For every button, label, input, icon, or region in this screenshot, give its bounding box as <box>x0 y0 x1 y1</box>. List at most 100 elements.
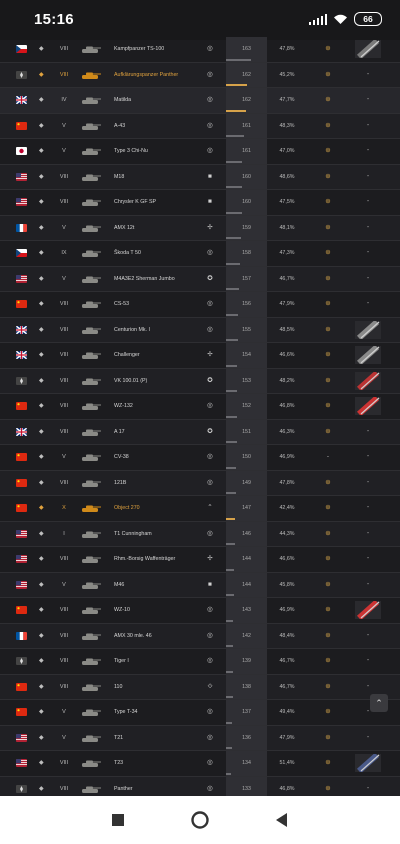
tier-label: V <box>62 148 66 154</box>
mastery-badge-icon: ⊛ <box>325 70 331 78</box>
winrate-cell: 45,8% <box>279 581 295 588</box>
mastery-badge-icon: ⊛ <box>325 759 331 766</box>
table-row[interactable]: ◆ VIII Panther ◎ 133 46,8% ⊛ - <box>0 776 400 796</box>
marks-of-excellence-empty: - <box>366 70 370 78</box>
vehicle-class-icon: ◎ <box>207 759 213 766</box>
back-button[interactable] <box>272 810 292 830</box>
nation-flag-icon <box>16 529 27 538</box>
table-row[interactable]: ◆ V CV-38 ◎ 150 46,9% - - <box>0 445 400 471</box>
table-row[interactable]: ◆ VIII A 17 ✪ 151 46,3% ⊛ - <box>0 419 400 445</box>
winrate-cell: 48,6% <box>279 173 295 180</box>
tier-label: IV <box>61 97 67 103</box>
tier-label: VIII <box>59 683 69 690</box>
table-row[interactable]: ◆ VIII Chrysler K GF SP ■ 160 47,5% ⊛ - <box>0 190 400 216</box>
table-row[interactable]: ◆ X Object 270 ⌃ 147 42,4% ⊛ - <box>0 496 400 522</box>
table-row[interactable]: ◆ VIII Aufklärungspanzer Panther ◎ 162 45,2% ⊛… <box>0 62 400 88</box>
table-row[interactable]: ◆ IX Škoda T 50 ◎ 158 47,3% ⊛ - <box>0 241 400 267</box>
mastery-badge-icon: - <box>326 453 330 460</box>
winrate-cell: 42,4% <box>279 505 295 511</box>
marks-of-excellence-icon <box>355 601 381 619</box>
tank-icon <box>82 250 101 257</box>
table-row[interactable]: ◆ VIII Centurion Mk. I ◎ 155 48,5% ⊛ <box>0 317 400 343</box>
table-row[interactable]: ◆ VIII WZ-10 ◎ 143 46,9% ⊛ <box>0 598 400 624</box>
tank-name: 110 <box>114 683 123 690</box>
tank-icon <box>82 709 101 716</box>
vehicle-class-icon: ◎ <box>207 631 213 639</box>
recents-button[interactable] <box>108 810 128 830</box>
mastery-badge-icon: ⊛ <box>325 45 331 52</box>
mastery-badge-icon: ⊛ <box>325 96 331 103</box>
mastery-badge-icon: ⊛ <box>325 504 331 511</box>
vehicle-class-icon: ⌃ <box>207 504 213 511</box>
winrate-cell: 48,1% <box>279 224 295 231</box>
nation-icon: ◆ <box>39 479 44 486</box>
table-row[interactable]: ◆ V M4A3E2 Sherman Jumbo ✪ 157 46,7% ⊛ - <box>0 266 400 292</box>
table-row[interactable]: ◆ V M46 ■ 144 45,8% ⊛ - <box>0 572 400 598</box>
tier-label: VIII <box>59 199 69 205</box>
vehicle-class-icon: ◎ <box>207 147 213 154</box>
rating-cell: 157 <box>226 266 267 291</box>
vehicle-class-icon: ◎ <box>207 529 213 537</box>
table-row[interactable]: ◆ V Type T-34 ◎ 137 49,4% ⊛ - <box>0 700 400 726</box>
winrate-cell: 47,9% <box>279 301 295 307</box>
table-row[interactable]: ◆ VIII WZ-132 ◎ 152 46,8% ⊛ <box>0 394 400 420</box>
nation-flag-icon <box>16 657 27 665</box>
tier-label: V <box>62 709 66 715</box>
nation-icon: ◆ <box>39 46 44 52</box>
table-row[interactable]: ◆ VIII 121B ◎ 149 47,8% ⊛ - <box>0 470 400 496</box>
tank-name: Challenger <box>114 352 140 358</box>
tier-label: X <box>62 505 66 511</box>
mastery-badge-icon: ⊛ <box>325 274 331 282</box>
vehicle-table[interactable]: ◆ VIII Kampfpanzer TS-100 ◎ 163 47,8% ⊛ ◆ VIII Au… <box>0 37 400 796</box>
tank-name: Tiger I <box>114 658 129 664</box>
tier-label: VIII <box>59 658 69 664</box>
scroll-to-top-button[interactable]: ⌃ <box>370 694 388 712</box>
status-icons: 66 <box>308 12 382 26</box>
winrate-cell: 48,2% <box>279 377 295 384</box>
rating-cell: 138 <box>226 674 267 699</box>
table-row[interactable]: ◆ V A-43 ◎ 161 48,3% ⊛ - <box>0 113 400 139</box>
marks-of-excellence-empty: - <box>366 96 370 103</box>
mastery-badge-icon: ⊛ <box>325 402 331 409</box>
table-row[interactable]: ◆ IV Matilda ◎ 162 47,7% ⊛ - <box>0 88 400 114</box>
table-row[interactable]: ◆ V T21 ◎ 136 47,9% ⊛ - <box>0 725 400 751</box>
table-row[interactable]: ◆ I T1 Cunningham ◎ 146 44,3% ⊛ - <box>0 521 400 547</box>
table-row[interactable]: ◆ VIII 110 ⟐ 138 46,7% ⊛ - <box>0 674 400 700</box>
table-row[interactable]: ◆ VIII CS-53 ◎ 156 47,9% ⊛ - <box>0 292 400 318</box>
winrate-cell: 46,9% <box>279 454 295 460</box>
winrate-cell: 48,4% <box>279 632 295 639</box>
home-button[interactable] <box>190 810 210 830</box>
tank-icon <box>82 735 101 742</box>
battery-icon: 66 <box>354 12 382 26</box>
vehicle-class-icon: ■ <box>208 198 212 205</box>
tier-label: VIII <box>59 403 69 409</box>
table-row[interactable]: ◆ V AMX 12t ✢ 159 48,1% ⊛ - <box>0 215 400 241</box>
table-row[interactable]: ◆ VIII Challenger ✢ 154 46,6% ⊛ <box>0 343 400 369</box>
nation-flag-icon <box>16 606 27 614</box>
table-row[interactable]: ◆ VIII Kampfpanzer TS-100 ◎ 163 47,8% ⊛ <box>0 37 400 63</box>
rating-cell: 159 <box>226 215 267 240</box>
table-row[interactable]: ◆ VIII T23 ◎ 134 51,4% ⊛ <box>0 751 400 777</box>
winrate-cell: 46,6% <box>279 556 295 562</box>
table-row[interactable]: ◆ V Type 3 Chi-Nu ◎ 161 47,0% ⊛ - <box>0 139 400 165</box>
nation-flag-icon <box>16 70 27 79</box>
nation-flag-icon <box>16 733 27 742</box>
table-row[interactable]: ◆ VIII M18 ■ 160 48,6% ⊛ - <box>0 164 400 190</box>
mastery-badge-icon: ⊛ <box>325 325 331 333</box>
vehicle-class-icon: ✢ <box>207 351 213 358</box>
tank-name: Aufklärungspanzer Panther <box>114 71 179 78</box>
winrate-cell: 46,8% <box>279 785 295 792</box>
table-row[interactable]: ◆ VIII AMX 30 mle. 46 ◎ 142 48,4% ⊛ - <box>0 623 400 649</box>
table-row[interactable]: ◆ VIII Rhm.-Borsig Waffenträger ✢ 144 46,6% ⊛ - <box>0 547 400 573</box>
table-row[interactable]: ◆ VIII VK 100.01 (P) ✪ 153 48,2% ⊛ <box>0 368 400 394</box>
table-row[interactable]: ◆ VIII Tiger I ◎ 139 46,7% ⊛ - <box>0 649 400 675</box>
tier-label: V <box>62 581 66 588</box>
winrate-cell: 46,7% <box>279 683 295 690</box>
rating-cell: 137 <box>226 700 267 725</box>
nation-flag-icon <box>16 325 27 334</box>
vehicle-class-icon: ⟐ <box>207 682 213 690</box>
marks-of-excellence-empty: - <box>366 300 370 307</box>
tank-icon <box>82 327 101 334</box>
winrate-cell: 47,9% <box>279 734 295 741</box>
mastery-badge-icon: ⊛ <box>325 147 331 154</box>
